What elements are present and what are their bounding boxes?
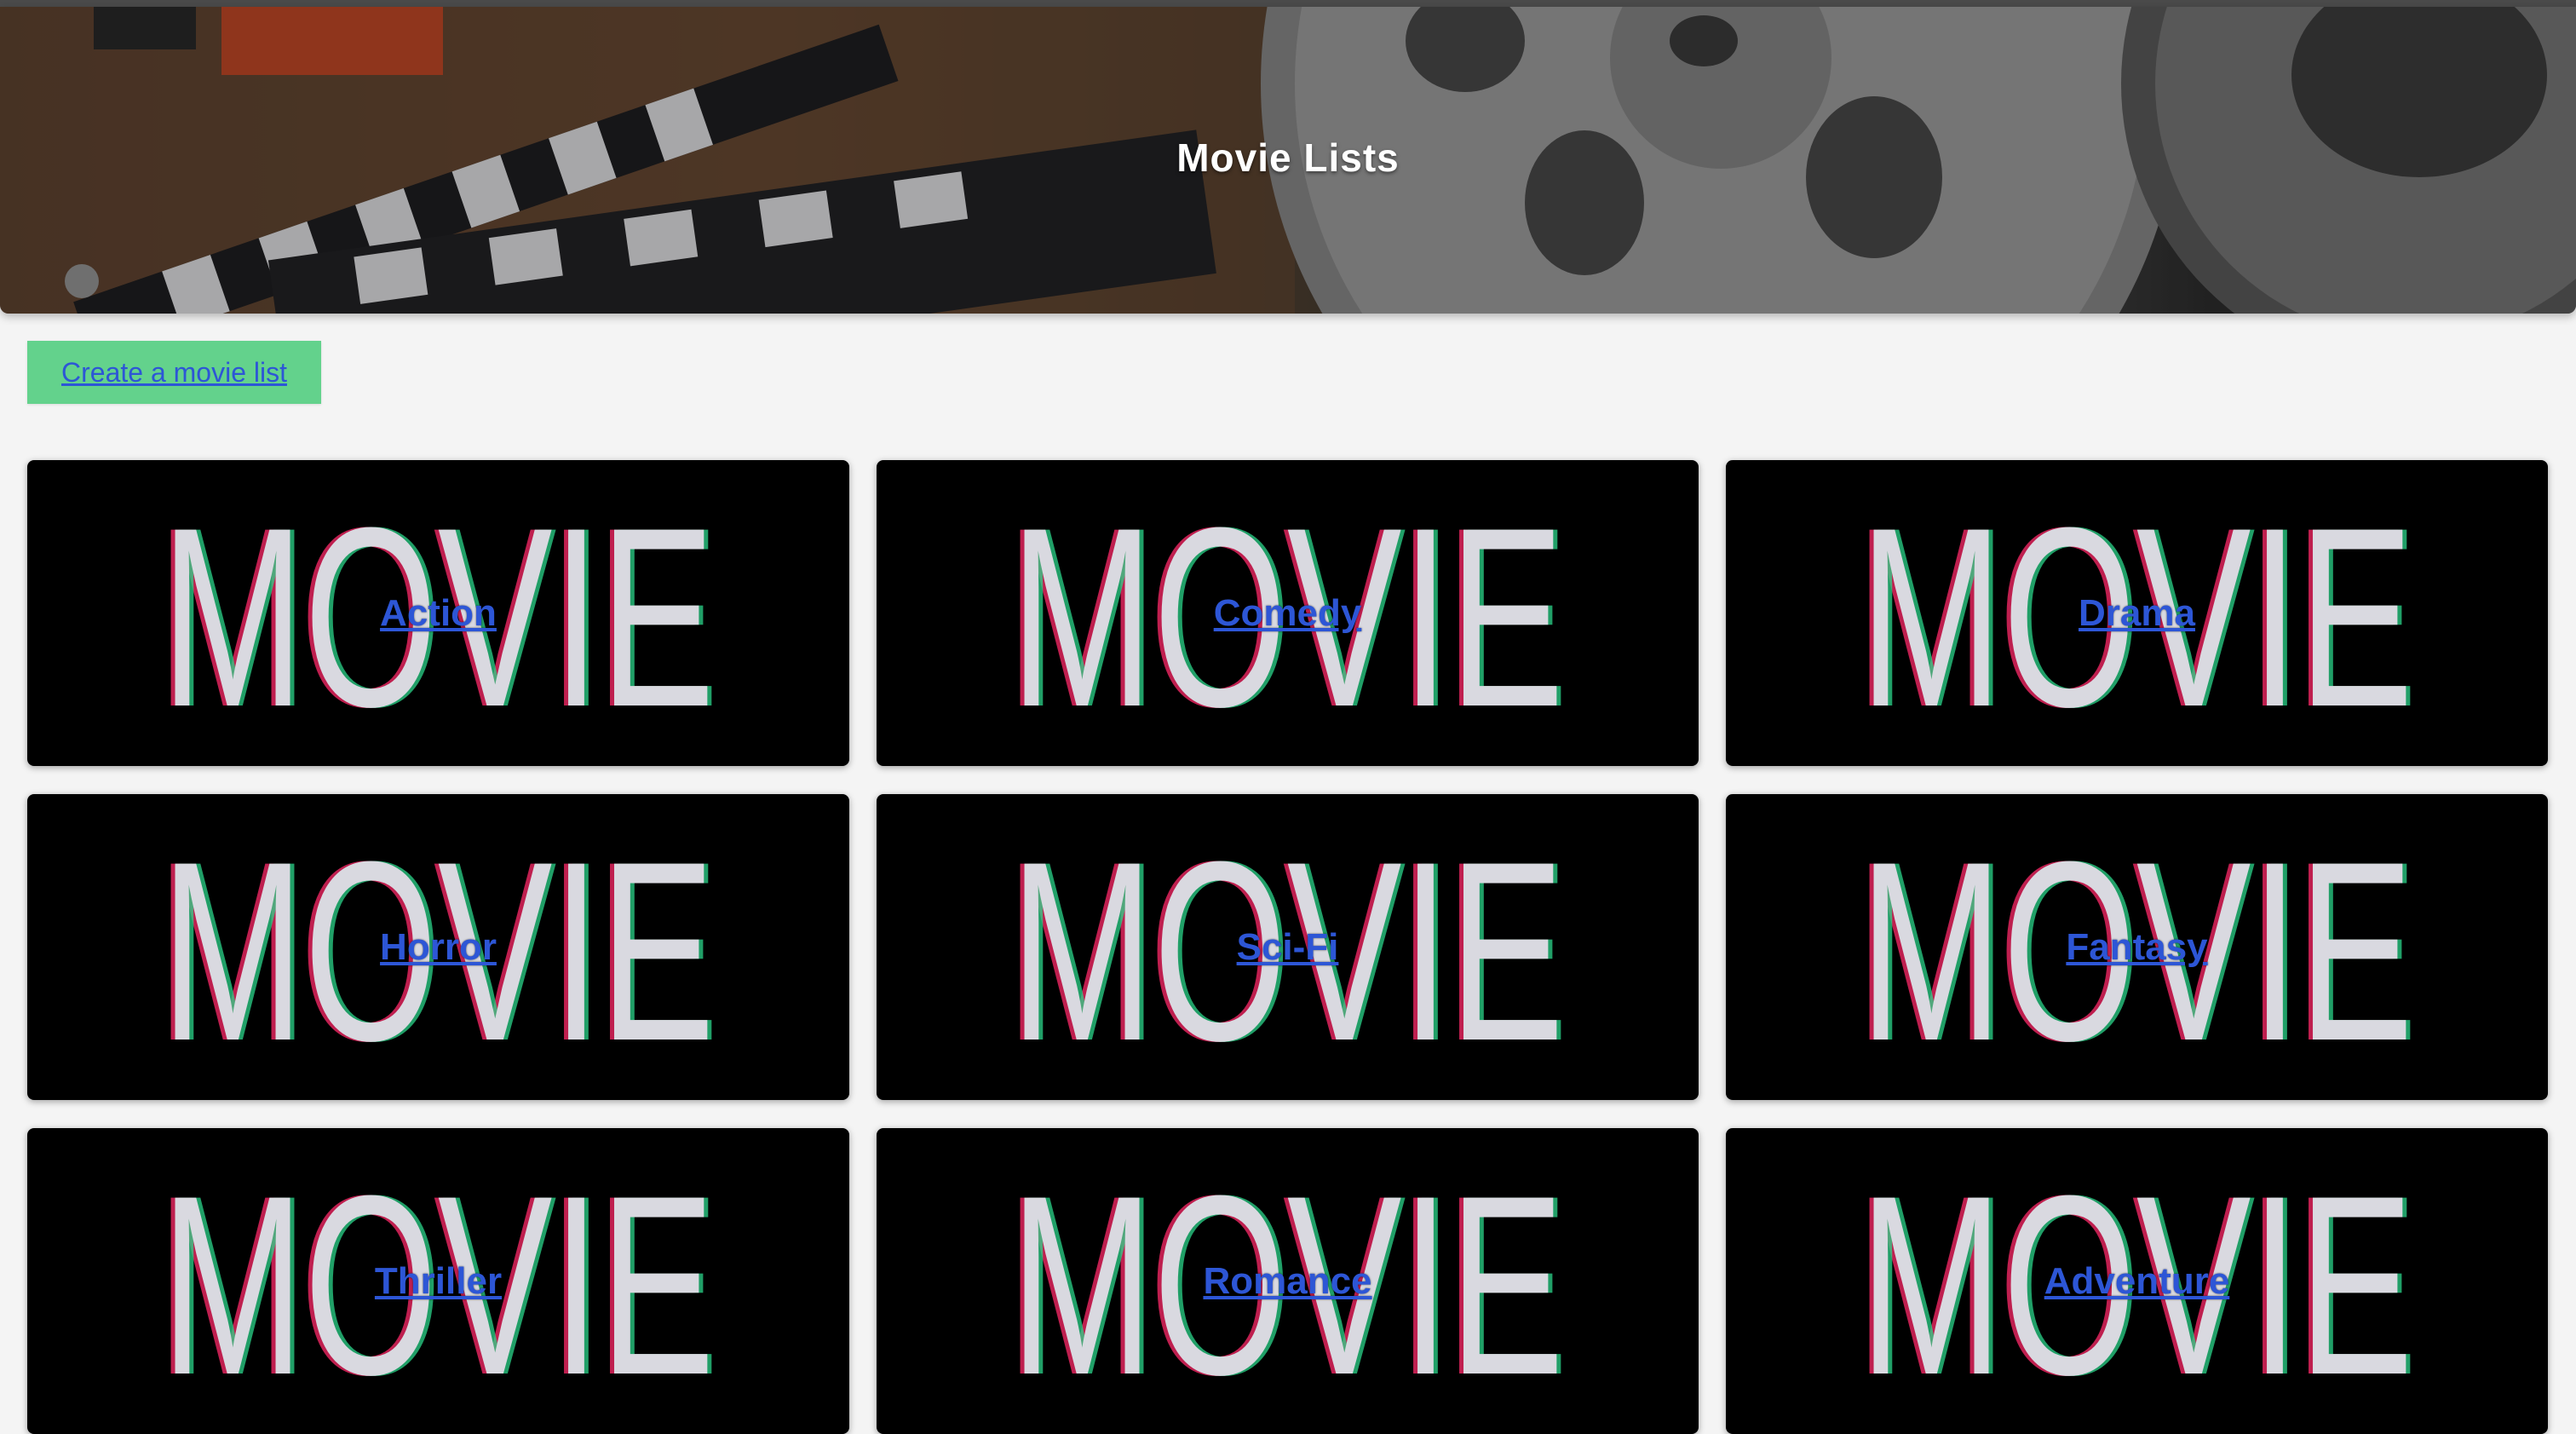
list-link-thriller[interactable]: Thriller [27, 1260, 849, 1303]
list-link-action[interactable]: Action [27, 592, 849, 635]
list-link-horror[interactable]: Horror [27, 926, 849, 969]
window-top-border [0, 0, 2576, 7]
list-link-sci-fi[interactable]: Sci-Fi [877, 926, 1699, 969]
list-card-sci-fi[interactable]: MOVIE MOVIE MOVIE Sci-Fi [877, 794, 1699, 1100]
list-card-adventure[interactable]: MOVIE MOVIE MOVIE Adventure [1726, 1128, 2548, 1434]
list-link-fantasy[interactable]: Fantasy [1726, 926, 2548, 969]
list-link-drama[interactable]: Drama [1726, 592, 2548, 635]
list-link-comedy[interactable]: Comedy [877, 592, 1699, 635]
list-card-action[interactable]: MOVIE MOVIE MOVIE Action [27, 460, 849, 766]
page-title: Movie Lists [1176, 135, 1400, 180]
list-link-adventure[interactable]: Adventure [1726, 1260, 2548, 1303]
list-card-thriller[interactable]: MOVIE MOVIE MOVIE Thriller [27, 1128, 849, 1434]
list-card-horror[interactable]: MOVIE MOVIE MOVIE Horror [27, 794, 849, 1100]
list-card-romance[interactable]: MOVIE MOVIE MOVIE Romance [877, 1128, 1699, 1434]
hero-banner: Movie Lists [0, 7, 2576, 314]
list-link-romance[interactable]: Romance [877, 1260, 1699, 1303]
list-card-fantasy[interactable]: MOVIE MOVIE MOVIE Fantasy [1726, 794, 2548, 1100]
list-card-comedy[interactable]: MOVIE MOVIE MOVIE Comedy [877, 460, 1699, 766]
create-list-link[interactable]: Create a movie list [61, 357, 287, 389]
create-list-button[interactable]: Create a movie list [27, 341, 321, 404]
list-card-drama[interactable]: MOVIE MOVIE MOVIE Drama [1726, 460, 2548, 766]
